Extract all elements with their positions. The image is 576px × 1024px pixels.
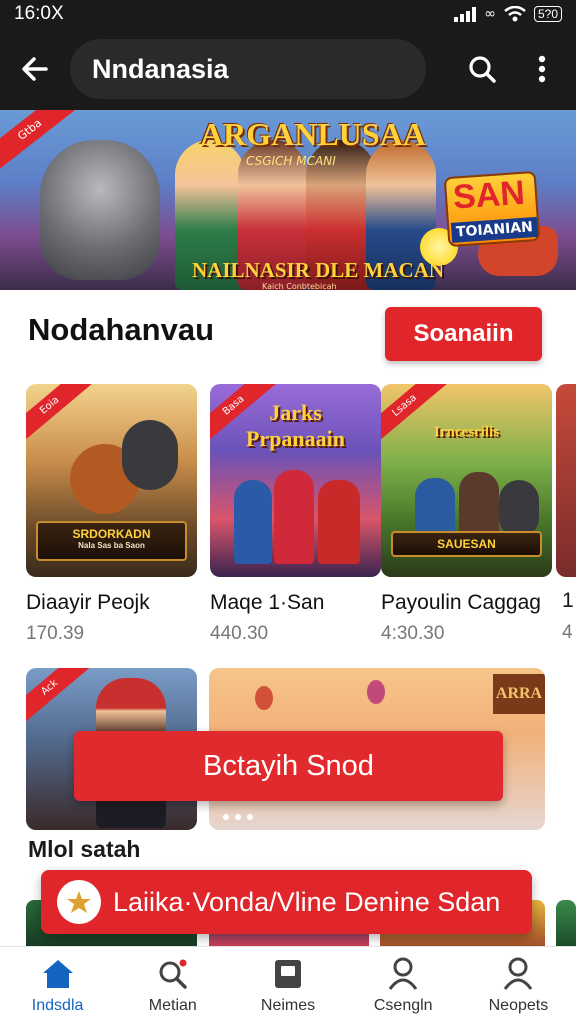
search-icon[interactable] <box>452 28 512 110</box>
game-card[interactable]: Eoia SRDORKADN Nala Sas ba Saon Diaayir P… <box>26 384 197 645</box>
home-icon <box>41 957 75 991</box>
tab-games[interactable]: Neimes <box>230 947 345 1024</box>
subsection-title: Mlol satah <box>28 836 141 862</box>
account-icon <box>502 957 534 991</box>
search-badge-icon <box>156 957 190 991</box>
page-title: Nndanasia <box>70 39 426 99</box>
game-thumbnail-title: Irncesrilis <box>434 424 499 440</box>
plate-title: SAUESAN <box>437 537 496 551</box>
wolf-character-image <box>40 140 160 280</box>
plate-subtitle: Nala Sas ba Saon <box>78 541 145 550</box>
character-image <box>234 480 272 564</box>
carousel-dots <box>223 814 253 820</box>
character-image <box>415 478 455 538</box>
bottom-nav: Indsdla Metian Neimes Csengln Neopets <box>0 946 576 1024</box>
sign-image: ARRA <box>493 674 545 714</box>
status-bar: 16:0X ∞ 5?0 <box>0 0 576 28</box>
person-icon <box>387 957 419 991</box>
game-thumbnail: Lsasa Irncesrilis SAUESAN <box>381 384 552 577</box>
tab-account[interactable]: Neopets <box>461 947 576 1024</box>
banner-badge-top: SAN <box>451 173 527 217</box>
signal-icon <box>454 6 477 22</box>
game-price: 440.30 <box>210 623 269 644</box>
tab-label: Csengln <box>373 996 433 1014</box>
game-card[interactable]: Basa Jarks Prpanaain Maqe 1·San 440.30 <box>210 384 381 645</box>
card-corner-badge: Eoia <box>26 384 95 446</box>
banner-small-text: Kaich Conbtebicah <box>262 282 337 290</box>
raccoon-character-image <box>122 420 178 490</box>
see-all-button[interactable]: Soanaiin <box>385 307 542 361</box>
link-icon: ∞ <box>484 6 496 22</box>
tab-profile[interactable]: Csengln <box>346 947 461 1024</box>
character-image <box>274 470 314 564</box>
game-thumbnail-title: Jarks Prpanaain <box>245 400 346 451</box>
status-time: 16:0X <box>14 3 64 24</box>
cta-label: Laiika·Vonda/Vline Denine Sdan <box>113 886 501 917</box>
cta-button[interactable]: Laiika·Vonda/Vline Denine Sdan <box>41 870 532 934</box>
more-vert-icon[interactable] <box>512 28 572 110</box>
tab-label: Indsdla <box>31 996 84 1014</box>
character-image <box>459 472 499 538</box>
game-name: Maqe 1·San <box>210 591 325 614</box>
wolf-character-image <box>499 480 539 538</box>
back-arrow-icon[interactable] <box>0 28 70 110</box>
thumbnail-strip <box>556 900 576 948</box>
balloon-image <box>255 686 273 710</box>
game-name: Payoulin Caggag <box>381 591 541 614</box>
balloon-image <box>367 680 385 704</box>
wifi-icon <box>504 6 526 22</box>
battery-icon: 5?0 <box>533 6 562 22</box>
banner-tagline: NAILNASIR DLE MACAN <box>192 258 445 282</box>
game-name: 1 <box>562 589 574 612</box>
section-title: Nodahanvau <box>28 312 215 347</box>
promo-banner-button[interactable]: Bctayih Snod <box>74 731 503 801</box>
brand-logo-icon <box>57 880 101 924</box>
tab-label: Neimes <box>260 996 316 1014</box>
card-corner-badge: Ack <box>26 668 95 728</box>
tab-label: Neopets <box>488 996 549 1014</box>
tab-home[interactable]: Indsdla <box>0 947 115 1024</box>
banner-badge: SAN TOIANIAN <box>443 170 541 248</box>
game-price: 4:30.30 <box>381 623 445 644</box>
tab-label: Metian <box>148 996 197 1014</box>
game-title-plate: SAUESAN <box>391 531 542 557</box>
banner-title: ARGANLUSAA <box>200 116 426 152</box>
game-price: 170.39 <box>26 623 85 644</box>
plate-title: SRDORKADN <box>72 527 151 541</box>
status-icons: ∞ 5?0 <box>454 6 562 22</box>
character-image <box>318 480 360 564</box>
game-thumbnail: Eoia SRDORKADN Nala Sas ba Saon <box>26 384 197 577</box>
gamepad-icon <box>273 957 303 991</box>
game-card-peek[interactable] <box>556 384 576 577</box>
tab-search[interactable]: Metian <box>115 947 230 1024</box>
banner-subtitle: CSGICH MCANI <box>246 154 336 168</box>
game-title-plate: SRDORKADN Nala Sas ba Saon <box>36 521 187 561</box>
app-bar: Nndanasia <box>0 28 576 110</box>
game-thumbnail: Basa Jarks Prpanaain <box>210 384 381 577</box>
banner-badge-bottom: TOIANIAN <box>450 216 539 243</box>
game-name: Diaayir Peojk <box>26 591 150 614</box>
game-card[interactable]: Lsasa Irncesrilis SAUESAN Payoulin Cagga… <box>381 384 552 645</box>
game-price: 4 <box>562 622 573 643</box>
